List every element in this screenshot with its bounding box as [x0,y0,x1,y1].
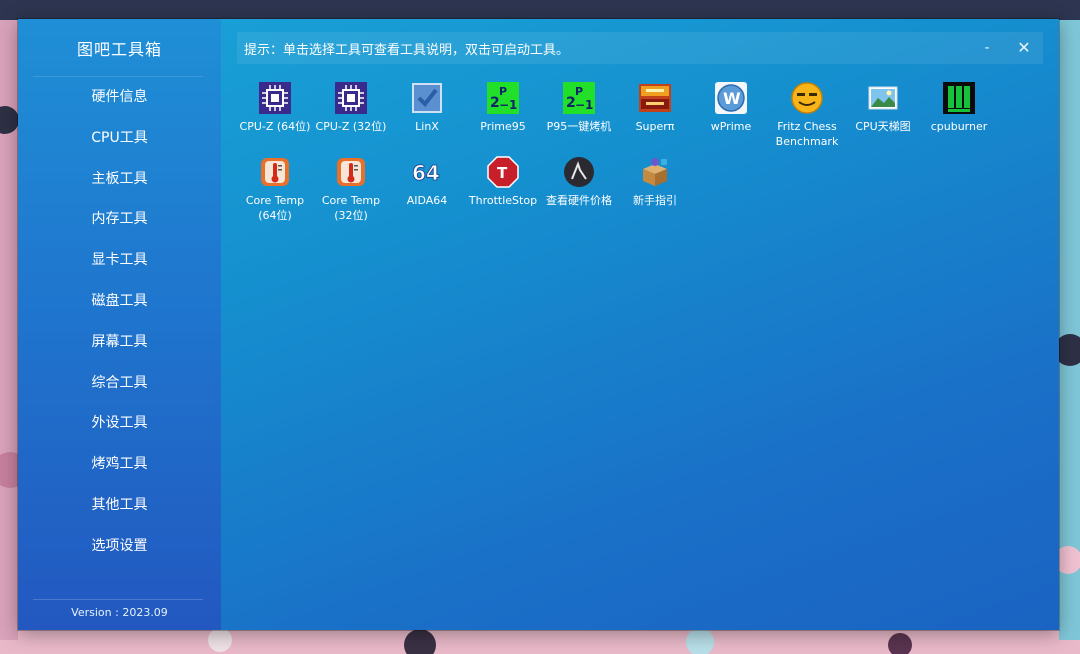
tool-coretemp-32[interactable]: Core Temp (32位) [313,155,389,223]
price-chart-icon [562,155,596,189]
nav-item-stress-tools[interactable]: 烤鸡工具 [18,444,221,485]
category-nav: 硬件信息 CPU工具 主板工具 内存工具 显卡工具 磁盘工具 屏幕工具 综合工具… [18,77,221,567]
sidebar: 图吧工具箱 硬件信息 CPU工具 主板工具 内存工具 显卡工具 磁盘工具 屏幕工… [18,19,221,630]
tool-label: LinX [415,120,439,133]
nav-item-settings[interactable]: 选项设置 [18,526,221,567]
tool-throttlestop[interactable]: T ThrottleStop [465,155,541,208]
prime95-icon: 2 P −1 [486,81,520,115]
nav-item-motherboard-tools[interactable]: 主板工具 [18,159,221,200]
tool-label: CPU-Z (32位) [315,120,387,133]
tool-label: Core Temp (32位) [321,194,381,222]
prime95-icon: 2 P −1 [562,81,596,115]
svg-text:W: W [723,89,741,108]
nav-item-general-tools[interactable]: 综合工具 [18,363,221,404]
svg-text:−1: −1 [499,98,517,112]
nav-item-cpu-tools[interactable]: CPU工具 [18,118,221,159]
tool-cpuburner[interactable]: cpuburner [921,81,997,134]
tool-p95-stress[interactable]: 2 P −1 P95一键烤机 [541,81,617,134]
tool-label: 查看硬件价格 [546,194,612,207]
svg-text:P: P [575,85,583,98]
tool-linx[interactable]: LinX [389,81,465,134]
superpi-icon [638,81,672,115]
tool-label: ThrottleStop [468,194,538,207]
tool-label: CPU-Z (64位) [239,120,311,133]
nav-item-gpu-tools[interactable]: 显卡工具 [18,240,221,281]
tool-cpu-ladder[interactable]: CPU天梯图 [845,81,921,134]
minimize-button[interactable]: - [977,39,997,57]
nav-item-screen-tools[interactable]: 屏幕工具 [18,322,221,363]
tool-coretemp-64[interactable]: Core Temp (64位) [237,155,313,223]
tool-fritz-chess[interactable]: Fritz Chess Benchmark [769,81,845,149]
tool-prime95[interactable]: 2 P −1 Prime95 [465,81,541,134]
tool-label: Core Temp (64位) [245,194,305,222]
smiley-face-icon [790,81,824,115]
svg-text:64: 64 [412,161,440,185]
cpu-chip-icon [258,81,292,115]
thermometer-icon [258,155,292,189]
tool-hardware-price[interactable]: 查看硬件价格 [541,155,617,208]
aida64-icon: 64 [410,155,444,189]
thermometer-icon [334,155,368,189]
tool-grid: CPU-Z (64位) CPU-Z (32位) LinX 2 P −1 Prime9… [237,81,1047,241]
stop-sign-icon: T [486,155,520,189]
version-divider [33,599,203,600]
tool-label: CPU天梯图 [855,120,911,133]
check-box-icon [410,81,444,115]
tool-label: cpuburner [930,120,988,133]
nav-item-hardware-info[interactable]: 硬件信息 [18,77,221,118]
nav-item-other-tools[interactable]: 其他工具 [18,485,221,526]
guide-box-icon [638,155,672,189]
tool-label: wPrime [710,120,752,133]
tool-label: Superπ [635,120,675,133]
tool-label: Prime95 [480,120,526,133]
tool-cpuz-64[interactable]: CPU-Z (64位) [237,81,313,134]
hint-text: 提示：单击选择工具可查看工具说明，双击可启动工具。 [244,43,570,58]
nav-item-disk-tools[interactable]: 磁盘工具 [18,281,221,322]
svg-text:P: P [499,85,507,98]
app-title: 图吧工具箱 [76,40,162,59]
svg-text:T: T [497,164,508,182]
tool-beginner-guide[interactable]: 新手指引 [617,155,693,208]
tool-aida64[interactable]: 64 AIDA64 [389,155,465,208]
nav-item-memory-tools[interactable]: 内存工具 [18,199,221,240]
tool-label: P95一键烤机 [546,120,612,133]
svg-text:−1: −1 [575,98,593,112]
tool-label: AIDA64 [406,194,448,207]
toolbox-window: 图吧工具箱 硬件信息 CPU工具 主板工具 内存工具 显卡工具 磁盘工具 屏幕工… [18,19,1059,630]
tool-label: 新手指引 [633,194,677,207]
nav-item-peripheral-tools[interactable]: 外设工具 [18,403,221,444]
wprime-icon: W [714,81,748,115]
close-button[interactable]: ✕ [1014,39,1034,57]
tool-cpuz-32[interactable]: CPU-Z (32位) [313,81,389,134]
tool-superpi[interactable]: Superπ [617,81,693,134]
cpu-chip-icon [334,81,368,115]
cpuburner-icon [942,81,976,115]
tool-label: Fritz Chess Benchmark [775,120,839,148]
version-label: Version : 2023.09 [71,606,168,619]
tool-wprime[interactable]: W wPrime [693,81,769,134]
landscape-image-icon [866,81,900,115]
hint-bar: 提示：单击选择工具可查看工具说明，双击可启动工具。 - ✕ [237,32,1043,64]
